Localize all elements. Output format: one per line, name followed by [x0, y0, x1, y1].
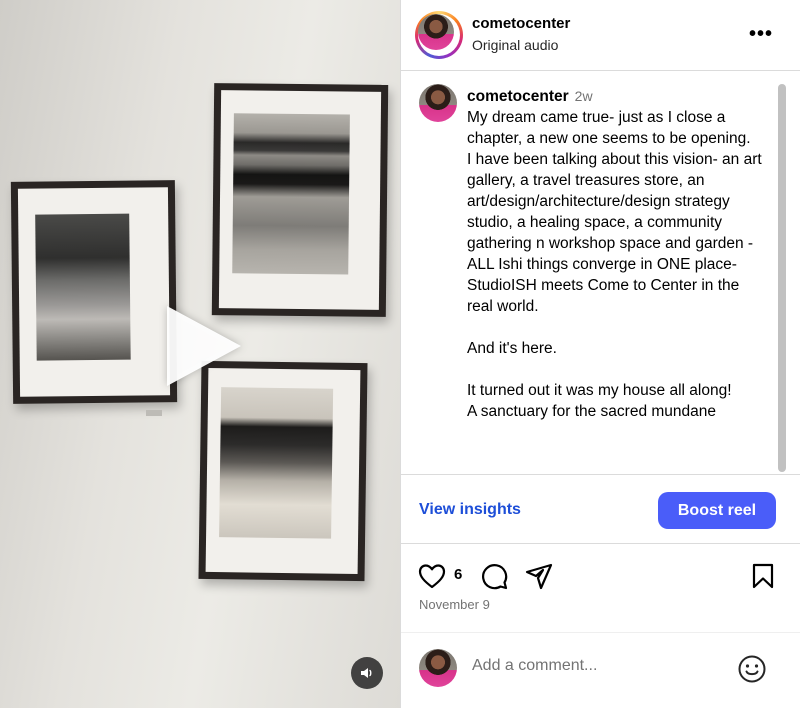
header-username[interactable]: cometocenter	[472, 15, 570, 32]
artwork-frame-top	[211, 83, 389, 317]
reel-video[interactable]	[0, 0, 400, 708]
wall-label	[146, 410, 162, 416]
comment-avatar	[419, 649, 457, 687]
story-ring[interactable]	[415, 11, 463, 59]
more-icon[interactable]: •••	[749, 24, 773, 44]
artwork-frame-left	[10, 180, 178, 404]
play-icon[interactable]	[167, 306, 241, 386]
comment-box	[401, 632, 800, 708]
caption-age: 2w	[574, 88, 593, 104]
share-icon[interactable]	[525, 562, 553, 590]
caption-area[interactable]: cometocenter 2w My dream came true- just …	[401, 72, 800, 474]
caption-username[interactable]: cometocenter	[467, 88, 569, 105]
caption-scrollbar[interactable]	[778, 84, 786, 472]
artwork-frame-bottom	[198, 360, 368, 582]
caption-body: My dream came true- just as I close a ch…	[467, 109, 762, 420]
comment-input[interactable]	[472, 657, 712, 675]
actions-bar: View insights Boost reel	[401, 474, 800, 544]
comment-icon[interactable]	[480, 562, 508, 590]
likes-count[interactable]: 6	[454, 566, 462, 583]
heart-icon[interactable]	[418, 563, 446, 589]
post-date[interactable]: November 9	[419, 597, 490, 612]
view-insights-link[interactable]: View insights	[419, 501, 521, 519]
caption: cometocenter 2w My dream came true- just …	[467, 86, 767, 422]
engagement-row: 6	[401, 560, 800, 592]
post-header: cometocenter Original audio •••	[401, 0, 800, 71]
caption-avatar[interactable]	[419, 84, 457, 122]
boost-reel-button[interactable]: Boost reel	[658, 492, 776, 529]
avatar[interactable]	[418, 14, 454, 50]
audio-link[interactable]: Original audio	[472, 37, 558, 53]
bookmark-icon[interactable]	[751, 563, 775, 589]
emoji-icon[interactable]	[737, 654, 767, 684]
volume-icon[interactable]	[351, 657, 383, 689]
post-panel: cometocenter Original audio ••• cometoce…	[400, 0, 800, 708]
